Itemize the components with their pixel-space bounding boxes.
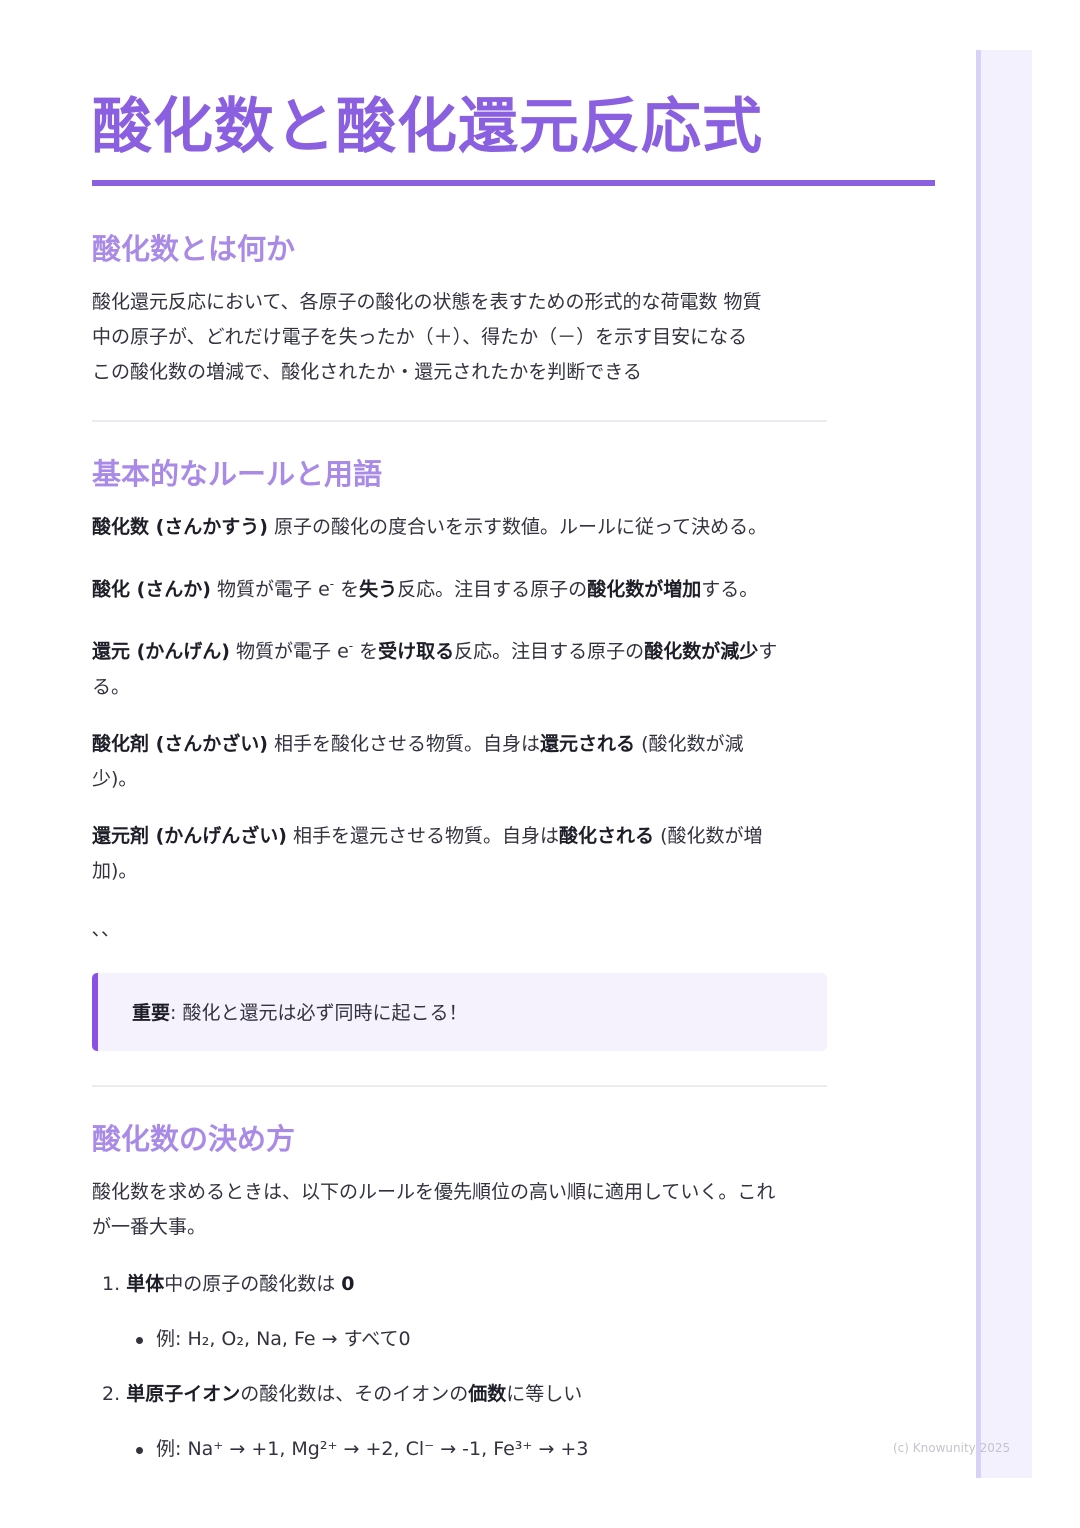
callout-label: 重要 [132, 1002, 171, 1025]
important-callout: 重要: 酸化と還元は必ず同時に起こる！ [92, 972, 827, 1051]
callout-text: : 酸化と還元は必ず同時に起こる！ [170, 1002, 468, 1025]
definition-reducing-agent: 還元剤 (かんげんざい) 相手を還元させる物質。自身は酸化される (酸化数が増 … [92, 824, 763, 882]
bullet-dot [136, 1336, 143, 1344]
stray-backticks: ､､ [92, 917, 112, 940]
term: 酸化数 (さんかすう) [92, 516, 268, 538]
section3-intro: 酸化数を求めるときは、以下のルールを優先順位の高い順に適用していく。これ が一番… [92, 1180, 776, 1238]
term: 酸化剤 (さんかざい) [92, 732, 268, 755]
rule-item-2: 2. 単原子イオンの酸化数は、そのイオンの価数に等しい [102, 1382, 583, 1405]
term: 還元 (かんげん) [92, 640, 230, 663]
copyright-footer: (c) Knowunity 2025 [893, 1441, 1011, 1455]
side-strip [976, 50, 1032, 1478]
definition-oxidation: 酸化 (さんか) 物質が電子 e- を失う反応。注目する原子の酸化数が増加する。 [92, 577, 759, 601]
section-heading-basic-rules: 基本的なルールと用語 [92, 457, 383, 491]
definition-reduction: 還元 (かんげん) 物質が電子 e- を受け取る反応。注目する原子の酸化数が減少… [92, 639, 778, 698]
title-underline [92, 180, 935, 186]
page-title: 酸化数と酸化還元反応式 [92, 92, 763, 162]
definition-oxidizing-agent: 酸化剤 (さんかざい) 相手を酸化させる物質。自身は還元される (酸化数が減 少… [92, 732, 744, 790]
section-heading-what-is-oxidation-number: 酸化数とは何か [92, 232, 296, 266]
bullet-dot [136, 1446, 143, 1454]
rule-1-example: 例: H₂, O₂, Na, Fe → すべて0 [92, 1322, 827, 1357]
term: 酸化 (さんか) [92, 578, 211, 601]
paragraph-line: 酸化還元反応において、各原子の酸化の状態を表すための形式的な荷電数 物質 [92, 291, 762, 313]
paragraph-line: 中の原子が、どれだけ電子を失ったか（＋）、得たか（－）を示す目安になる [92, 326, 748, 348]
section1-paragraph: 酸化還元反応において、各原子の酸化の状態を表すための形式的な荷電数 物質 中の原… [92, 285, 827, 390]
section-heading-how-to-determine: 酸化数の決め方 [92, 1121, 296, 1156]
definition-oxidation-number: 酸化数 (さんかすう) 原子の酸化の度合いを示す数値。ルールに従って決める。 [92, 516, 768, 538]
document-body: 酸化数とは何か 酸化還元反応において、各原子の酸化の状態を表すための形式的な荷電… [92, 228, 827, 1467]
rule-2-example: 例: Na⁺ → +1, Mg²⁺ → +2, Cl⁻ → -1, Fe³⁺ →… [92, 1432, 827, 1467]
paragraph-line: この酸化数の増減で、酸化されたか・還元されたかを判断できる [92, 361, 642, 383]
side-strip-border [976, 50, 981, 1478]
term: 還元剤 (かんげんざい) [92, 824, 287, 847]
rule-item-1: 1. 単体中の原子の酸化数は 0 [102, 1272, 355, 1295]
